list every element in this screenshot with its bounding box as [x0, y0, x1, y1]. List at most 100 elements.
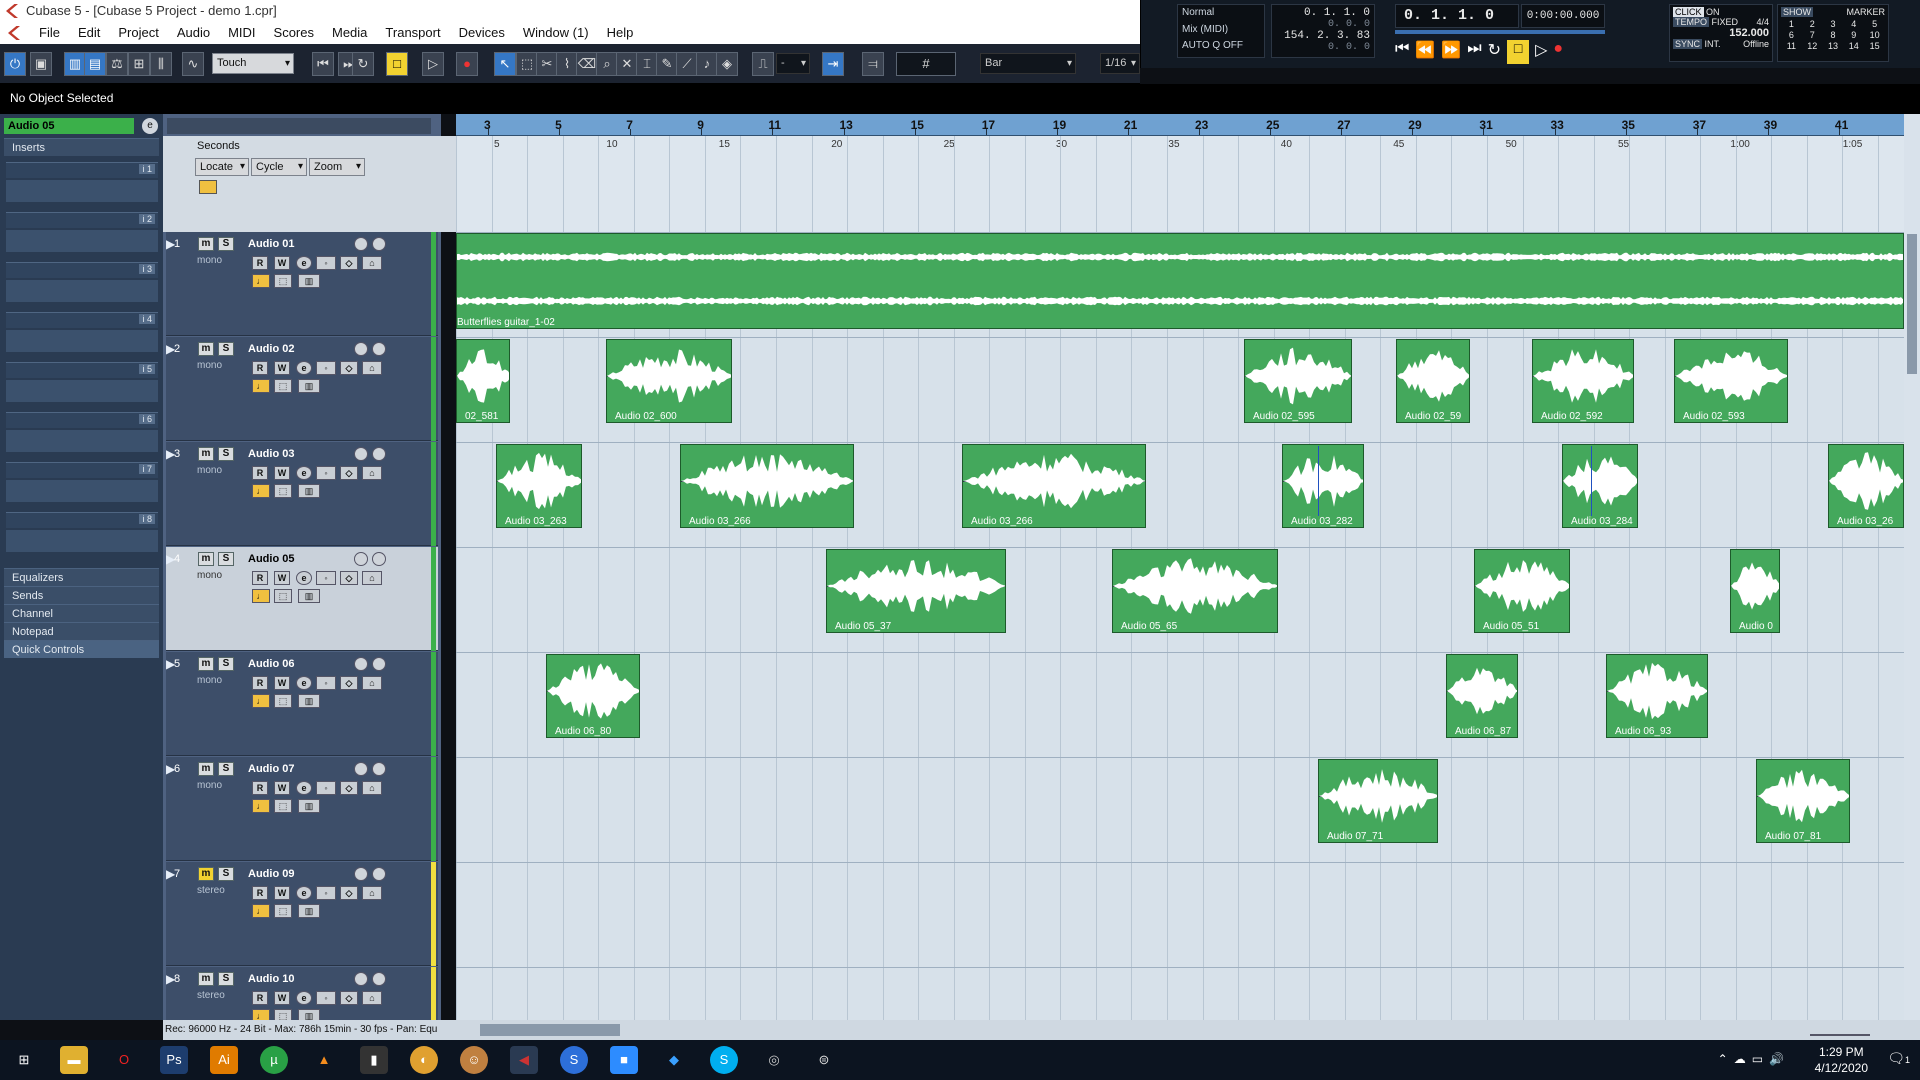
insert-slot[interactable]: i 2	[6, 212, 158, 256]
insert-slot[interactable]: i 1	[6, 162, 158, 206]
speaker-icon[interactable]	[372, 972, 386, 986]
horizontal-scrollbar[interactable]	[456, 1020, 1920, 1040]
click-toggle[interactable]: CLICK	[1673, 7, 1704, 17]
goto-start-icon[interactable]: ⏮	[1395, 40, 1409, 64]
erase-tool-icon[interactable]: ⌫	[576, 52, 598, 76]
monitor-icon[interactable]: ◇	[340, 571, 358, 585]
insert-slot[interactable]: i 6	[6, 412, 158, 456]
audio-event[interactable]: Audio 03_26	[1828, 444, 1904, 528]
insert-bypass-icon[interactable]: ⌂	[362, 256, 382, 270]
shazam-icon[interactable]: S	[560, 1046, 588, 1074]
insert-bypass-icon[interactable]: ⌂	[362, 886, 382, 900]
time-base-icon[interactable]: ♩	[252, 799, 270, 813]
inserts-section-header[interactable]: Inserts	[4, 138, 159, 156]
insert-slot-select[interactable]	[6, 280, 158, 302]
record-icon[interactable]: ●	[1553, 40, 1563, 64]
speaker-icon[interactable]	[372, 657, 386, 671]
audio-event[interactable]: Audio 03_263	[496, 444, 582, 528]
menu-window[interactable]: Window (1)	[514, 22, 598, 44]
cycle-icon[interactable]: ↻	[352, 52, 374, 76]
snap-toggle-icon[interactable]: ⇥	[822, 52, 844, 76]
track-name[interactable]: Audio 09	[248, 868, 294, 880]
marker-button-12[interactable]: 12	[1802, 41, 1823, 51]
locate-select[interactable]: Locate	[195, 158, 249, 176]
opera-icon[interactable]: O	[110, 1046, 138, 1074]
mix-mode-select[interactable]: Mix (MIDI)	[1182, 24, 1260, 35]
inspector-track-name[interactable]: Audio 05	[4, 118, 134, 134]
mute-button[interactable]: m	[198, 237, 214, 251]
insert-slot[interactable]: i 7	[6, 462, 158, 506]
track-header[interactable]: ▶ 2 m S Audio 02 mono R We ◦ ◇ ⌂ ♩ ⬚ ▥	[166, 337, 438, 441]
play-tool-icon[interactable]: ♪	[696, 52, 718, 76]
edit-channel-icon[interactable]: e	[296, 886, 312, 900]
insert-bypass-icon[interactable]: ⌂	[362, 361, 382, 375]
sync-toggle[interactable]: SYNC	[1673, 39, 1703, 49]
inspector-section-channel[interactable]: Channel	[4, 604, 159, 622]
notifications-icon[interactable]: 🗨1	[1887, 1050, 1910, 1067]
record-icon[interactable]: ●	[456, 52, 478, 76]
object-selection-tool-icon[interactable]: ↖	[494, 52, 516, 76]
goto-end-icon[interactable]: ⏭	[1467, 40, 1481, 64]
track-name[interactable]: Audio 06	[248, 658, 294, 670]
lanes-icon[interactable]: ▥	[298, 379, 320, 393]
marker-button-11[interactable]: 11	[1781, 41, 1802, 51]
lanes-icon[interactable]: ▥	[298, 799, 320, 813]
lanes-icon[interactable]: ▥	[298, 694, 320, 708]
read-automation-button[interactable]: R	[252, 781, 268, 795]
audio-event[interactable]: Audio 02_595	[1244, 339, 1352, 423]
seconds-ruler-track[interactable]: 5 10 15 20 25 30 35 40 45 50 55 1:00 1:05	[456, 136, 1904, 232]
rewind-icon[interactable]: ⏪	[1415, 40, 1435, 64]
record-enable-icon[interactable]: ◦	[316, 886, 336, 900]
snap-zero-icon[interactable]: ⫤	[862, 52, 884, 76]
cubase-menu-icon[interactable]	[8, 26, 20, 40]
menu-audio[interactable]: Audio	[168, 22, 219, 44]
track-name[interactable]: Audio 05	[248, 553, 294, 565]
solo-button[interactable]: S	[218, 867, 234, 881]
play-icon[interactable]: ▷	[1535, 40, 1547, 64]
insert-slot-select[interactable]	[6, 530, 158, 552]
draw-tool-icon[interactable]: ✎	[656, 52, 678, 76]
mute-button[interactable]: m	[198, 447, 214, 461]
menu-transport[interactable]: Transport	[376, 22, 449, 44]
track-header[interactable]: ▶ 6 m S Audio 07 mono R We ◦ ◇ ⌂ ♩ ⬚ ▥	[166, 757, 438, 861]
insert-bypass-icon[interactable]: ⌂	[362, 781, 382, 795]
split-tool-icon[interactable]: ✂	[536, 52, 558, 76]
forward-icon[interactable]: ⏩	[1441, 40, 1461, 64]
constrain-delay-icon[interactable]: ⏻	[4, 52, 26, 76]
lock-track-icon[interactable]: ⬚	[274, 589, 292, 603]
right-locator[interactable]: 154. 2. 3. 83	[1276, 30, 1370, 42]
position-slider[interactable]	[1395, 30, 1605, 34]
record-enable-icon[interactable]: ◦	[316, 361, 336, 375]
marker-button-7[interactable]: 7	[1802, 30, 1823, 40]
marker-button-8[interactable]: 8	[1823, 30, 1844, 40]
audio-event[interactable]: Audio 06_87	[1446, 654, 1518, 738]
monitor-icon[interactable]: ◇	[340, 676, 358, 690]
marker-button-10[interactable]: 10	[1864, 30, 1885, 40]
mute-button[interactable]: m	[198, 972, 214, 986]
track-name[interactable]: Audio 02	[248, 343, 294, 355]
position-bars-display[interactable]: 0. 1. 1. 0	[1395, 4, 1519, 28]
time-base-icon[interactable]: ♩	[252, 589, 270, 603]
insert-slot[interactable]: i 4	[6, 312, 158, 356]
insert-bypass-icon[interactable]: ⌂	[362, 991, 382, 1005]
edit-channel-icon[interactable]: e	[296, 466, 312, 480]
menu-project[interactable]: Project	[109, 22, 167, 44]
monitor-button[interactable]	[354, 447, 368, 461]
read-automation-button[interactable]: R	[252, 256, 268, 270]
show-infoline-icon[interactable]: ▥	[64, 52, 86, 76]
edit-channel-icon[interactable]: e	[296, 256, 312, 270]
system-tray-icons[interactable]: ⌃☁▭🔊	[1718, 1052, 1790, 1066]
color-tool-icon[interactable]: ◈	[716, 52, 738, 76]
show-markers-button[interactable]: SHOW	[1781, 7, 1813, 17]
autoscroll-icon[interactable]: ⎍	[752, 52, 774, 76]
menu-edit[interactable]: Edit	[69, 22, 109, 44]
auto-quantize-label[interactable]: AUTO Q	[1182, 40, 1220, 51]
record-enable-icon[interactable]: ◦	[316, 256, 336, 270]
automation-icon[interactable]: ∿	[182, 52, 204, 76]
solo-button[interactable]: S	[218, 657, 234, 671]
write-automation-button[interactable]: W	[274, 781, 290, 795]
solo-button[interactable]: S	[218, 972, 234, 986]
insert-slot[interactable]: i 3	[6, 262, 158, 306]
audio-event[interactable]: Audio 03_266	[680, 444, 854, 528]
line-tool-icon[interactable]: ⟋	[676, 52, 698, 76]
